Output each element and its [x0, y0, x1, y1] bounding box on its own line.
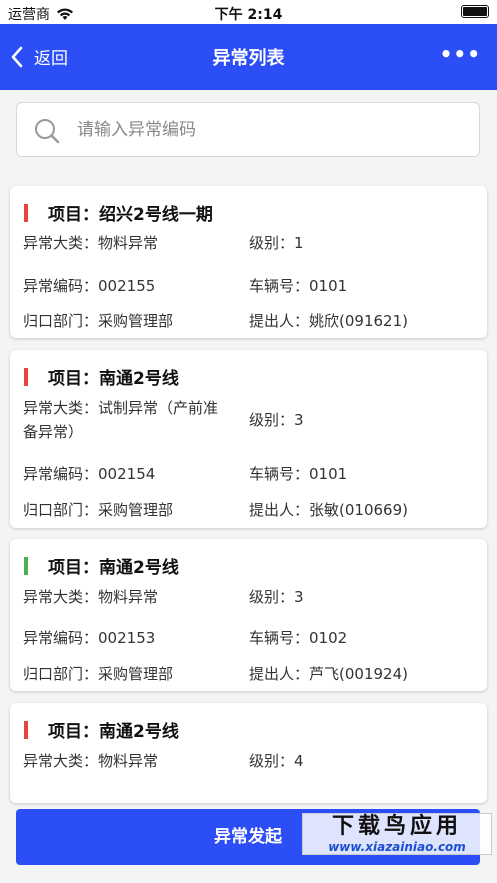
level-field: 级别：3 — [249, 411, 304, 429]
vehicle-value: 0101 — [309, 465, 348, 483]
exception-card[interactable]: 项目：绍兴2号线一期 异常大类：物料异常 级别：1 异常编码：002155 车辆… — [10, 186, 487, 338]
level-field: 级别：4 — [249, 752, 304, 770]
code-field: 异常编码：002154 — [23, 465, 156, 483]
category-field: 异常大类：试制异常（产前准 — [23, 399, 219, 417]
project-name: 项目：南通2号线 — [48, 558, 179, 578]
level-value: 3 — [294, 588, 304, 606]
code-value: 002153 — [98, 629, 156, 647]
project-name: 项目：南通2号线 — [48, 369, 179, 389]
category-continued: 备异常） — [23, 423, 84, 441]
dept-value: 采购管理部 — [98, 501, 174, 519]
card-title: 项目：南通2号线 — [24, 553, 179, 578]
search-input[interactable] — [77, 119, 457, 140]
code-field: 异常编码：002155 — [23, 277, 156, 295]
status-bar: 运营商 下午 2:14 — [0, 0, 497, 24]
card-title: 项目：南通2号线 — [24, 364, 179, 389]
search-box — [16, 102, 480, 157]
submitter-field: 提出人：姚欣(091621) — [249, 312, 408, 330]
level-value: 1 — [294, 234, 304, 252]
category-value: 试制异常（产前准 — [98, 399, 219, 417]
exception-card[interactable]: 项目：南通2号线 异常大类：物料异常 级别：4 — [10, 703, 487, 803]
vehicle-field: 车辆号：0102 — [249, 629, 348, 647]
submitter-field: 提出人：芦飞(001924) — [249, 665, 408, 683]
category-field: 异常大类：物料异常 — [23, 234, 159, 252]
category-field: 异常大类：物料异常 — [23, 752, 159, 770]
more-dots-icon[interactable]: ••• — [440, 42, 481, 66]
project-name: 项目：绍兴2号线一期 — [48, 205, 213, 225]
project-name: 项目：南通2号线 — [48, 722, 179, 742]
vehicle-value: 0101 — [309, 277, 348, 295]
exception-card[interactable]: 项目：南通2号线 异常大类：物料异常 级别：3 异常编码：002153 车辆号：… — [10, 539, 487, 691]
page-title: 异常列表 — [212, 48, 285, 69]
card-title: 项目：南通2号线 — [24, 717, 179, 742]
submitter-field: 提出人：张敏(010669) — [249, 501, 408, 519]
level-value: 4 — [294, 752, 304, 770]
dept-field: 归口部门：采购管理部 — [23, 312, 174, 330]
level-value: 3 — [294, 411, 304, 429]
dept-field: 归口部门：采购管理部 — [23, 501, 174, 519]
exception-card[interactable]: 项目：南通2号线 异常大类：试制异常（产前准 备异常） 级别：3 异常编码：00… — [10, 350, 487, 528]
dept-value: 采购管理部 — [98, 665, 174, 683]
category-value: 物料异常 — [98, 234, 159, 252]
submitter-value: 芦飞(001924) — [309, 665, 408, 683]
watermark-title: 下载鸟应用 — [331, 814, 462, 839]
level-field: 级别：3 — [249, 588, 304, 606]
category-value: 物料异常 — [98, 588, 159, 606]
dept-field: 归口部门：采购管理部 — [23, 665, 174, 683]
dept-value: 采购管理部 — [98, 312, 174, 330]
category-field: 异常大类：物料异常 — [23, 588, 159, 606]
nav-bar: 返回 异常列表 ••• — [0, 24, 497, 90]
card-title: 项目：绍兴2号线一期 — [24, 200, 213, 225]
status-flag — [24, 556, 28, 575]
category-value: 物料异常 — [98, 752, 159, 770]
battery-icon — [461, 5, 489, 18]
search-icon — [35, 119, 60, 144]
submitter-value: 张敏(010669) — [309, 501, 408, 519]
code-value: 002155 — [98, 277, 156, 295]
status-flag — [24, 203, 28, 222]
watermark-logo: 下载鸟应用 www.xiazainiao.com — [302, 813, 492, 855]
status-flag — [24, 367, 28, 386]
status-flag — [24, 720, 28, 739]
vehicle-field: 车辆号：0101 — [249, 277, 348, 295]
status-time: 下午 2:14 — [214, 7, 283, 23]
watermark-url: www.xiazainiao.com — [328, 840, 466, 854]
code-value: 002154 — [98, 465, 156, 483]
vehicle-value: 0102 — [309, 629, 348, 647]
code-field: 异常编码：002153 — [23, 629, 156, 647]
submitter-value: 姚欣(091621) — [309, 312, 408, 330]
level-field: 级别：1 — [249, 234, 304, 252]
vehicle-field: 车辆号：0101 — [249, 465, 348, 483]
